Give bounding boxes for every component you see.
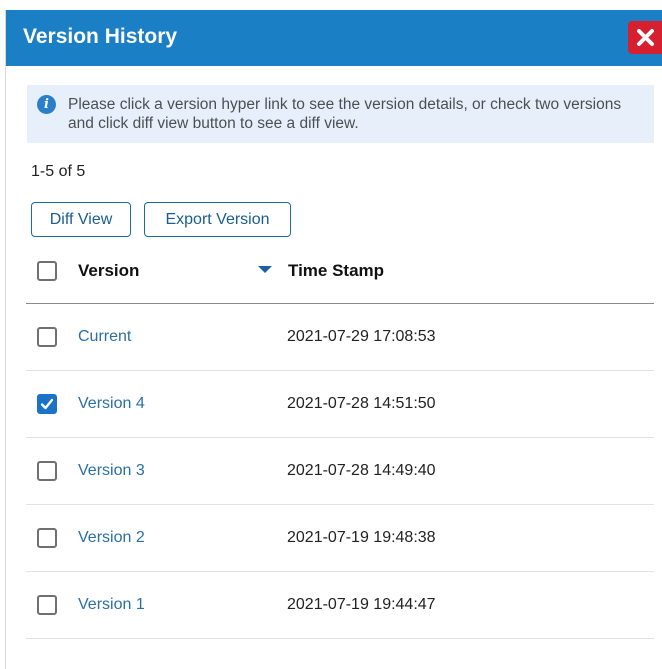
pagination-count: 1-5 of 5 [31,163,86,180]
timestamp-column-header[interactable]: Time Stamp [288,261,384,281]
version-link[interactable]: Current [78,328,131,346]
row-checkbox[interactable] [37,595,57,615]
timestamp-cell: 2021-07-19 19:48:38 [287,529,436,546]
row-checkbox[interactable] [37,327,57,347]
row-checkbox[interactable] [37,394,57,414]
sort-descending-icon[interactable] [258,266,272,273]
close-x-icon [637,29,654,46]
export-version-button[interactable]: Export Version [144,202,291,237]
info-message: i Please click a version hyper link to s… [27,85,654,143]
version-link[interactable]: Version 3 [78,462,145,480]
version-link[interactable]: Version 4 [78,395,145,413]
version-link[interactable]: Version 1 [78,596,145,614]
row-checkbox[interactable] [37,528,57,548]
row-checkbox[interactable] [37,461,57,481]
select-all-checkbox[interactable] [37,261,57,281]
checkmark-icon [40,398,54,410]
timestamp-cell: 2021-07-28 14:49:40 [287,462,436,479]
diff-view-button[interactable]: Diff View [31,202,131,237]
info-icon: i [37,95,56,114]
timestamp-cell: 2021-07-29 17:08:53 [287,328,436,345]
timestamp-cell: 2021-07-28 14:51:50 [287,395,436,412]
table-row: Version 4 2021-07-28 14:51:50 [26,371,654,438]
dialog-header: Version History [6,10,662,66]
info-text: Please click a version hyper link to see… [68,96,622,132]
version-history-dialog: Version History i Please click a version… [5,10,662,669]
close-button[interactable] [628,21,662,54]
table-row: Current 2021-07-29 17:08:53 [26,304,654,371]
table-row: Version 1 2021-07-19 19:44:47 [26,572,654,639]
dialog-title: Version History [23,25,178,48]
version-link[interactable]: Version 2 [78,529,145,547]
table-row: Version 2 2021-07-19 19:48:38 [26,505,654,572]
version-column-header[interactable]: Version [78,261,139,281]
timestamp-cell: 2021-07-19 19:44:47 [287,596,436,613]
table-row: Version 3 2021-07-28 14:49:40 [26,438,654,505]
